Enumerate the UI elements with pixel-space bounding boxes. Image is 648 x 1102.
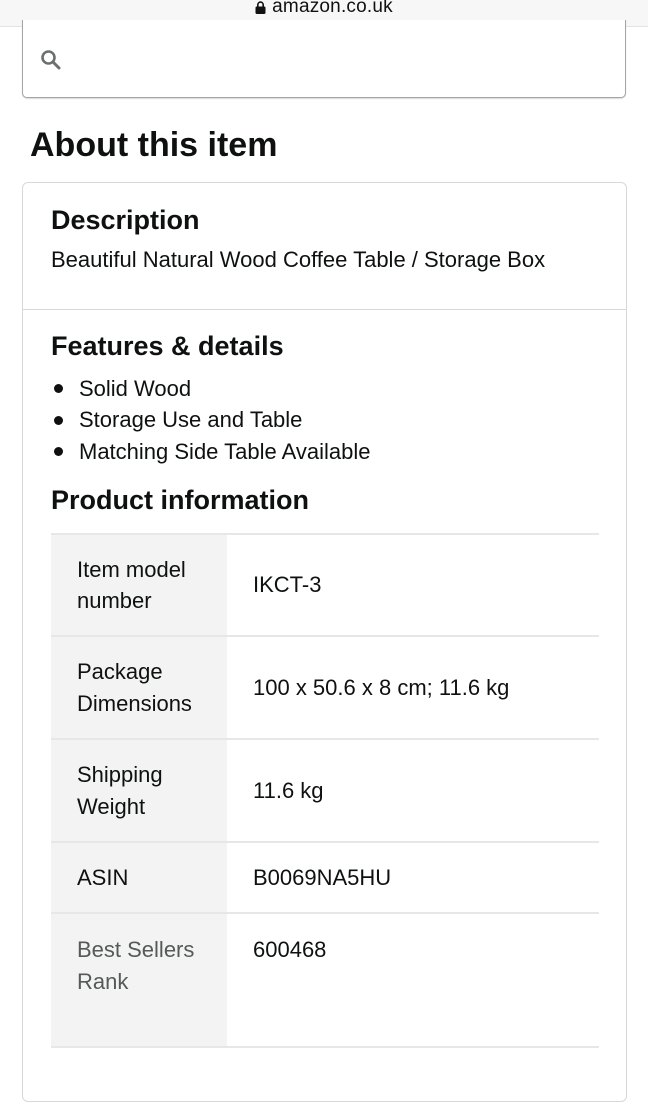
- about-card: Description Beautiful Natural Wood Coffe…: [22, 182, 627, 1102]
- table-row: ASIN B0069NA5HU: [51, 842, 599, 913]
- list-item: Solid Wood: [51, 373, 371, 405]
- features-list: Solid Wood Storage Use and Table Matchin…: [51, 373, 371, 468]
- bullet-icon: [54, 384, 63, 394]
- list-item: Matching Side Table Available: [51, 436, 371, 468]
- row-value: B0069NA5HU: [253, 864, 392, 890]
- list-item: Storage Use and Table: [51, 405, 371, 437]
- product-info-table: Item model number IKCT-3 Package Dimensi…: [51, 533, 599, 1048]
- about-heading: About this item: [30, 126, 278, 164]
- feature-text: Solid Wood: [79, 375, 192, 401]
- divider: [23, 309, 626, 310]
- row-label: Package Dimensions: [51, 636, 227, 739]
- row-label: Shipping Weight: [51, 739, 227, 842]
- table-row: Package Dimensions 100 x 50.6 x 8 cm; 11…: [51, 636, 599, 739]
- product-info-heading: Product information: [51, 485, 309, 515]
- bullet-icon: [54, 415, 63, 425]
- bullet-icon: [54, 447, 63, 457]
- lock-icon: [255, 0, 266, 14]
- feature-text: Storage Use and Table: [79, 407, 303, 433]
- search-icon[interactable]: [40, 49, 62, 71]
- row-label: ASIN: [51, 842, 227, 913]
- row-value: 100 x 50.6 x 8 cm; 11.6 kg: [253, 674, 510, 700]
- table-row: Best Sellers Rank 600468: [51, 913, 599, 1047]
- search-input[interactable]: [22, 20, 626, 98]
- url-text: amazon.co.uk: [272, 0, 393, 17]
- row-label: Item model number: [51, 534, 227, 636]
- table-row: Shipping Weight 11.6 kg: [51, 739, 599, 842]
- row-value: 11.6 kg: [253, 777, 324, 803]
- table-row: Item model number IKCT-3: [51, 534, 599, 636]
- row-label: Best Sellers Rank: [51, 913, 227, 1047]
- features-heading: Features & details: [51, 331, 284, 361]
- description-heading: Description: [51, 205, 200, 235]
- row-value: 600468: [253, 937, 327, 962]
- feature-text: Matching Side Table Available: [79, 438, 371, 464]
- row-value: IKCT-3: [253, 572, 322, 598]
- description-text: Beautiful Natural Wood Coffee Table / St…: [51, 247, 546, 272]
